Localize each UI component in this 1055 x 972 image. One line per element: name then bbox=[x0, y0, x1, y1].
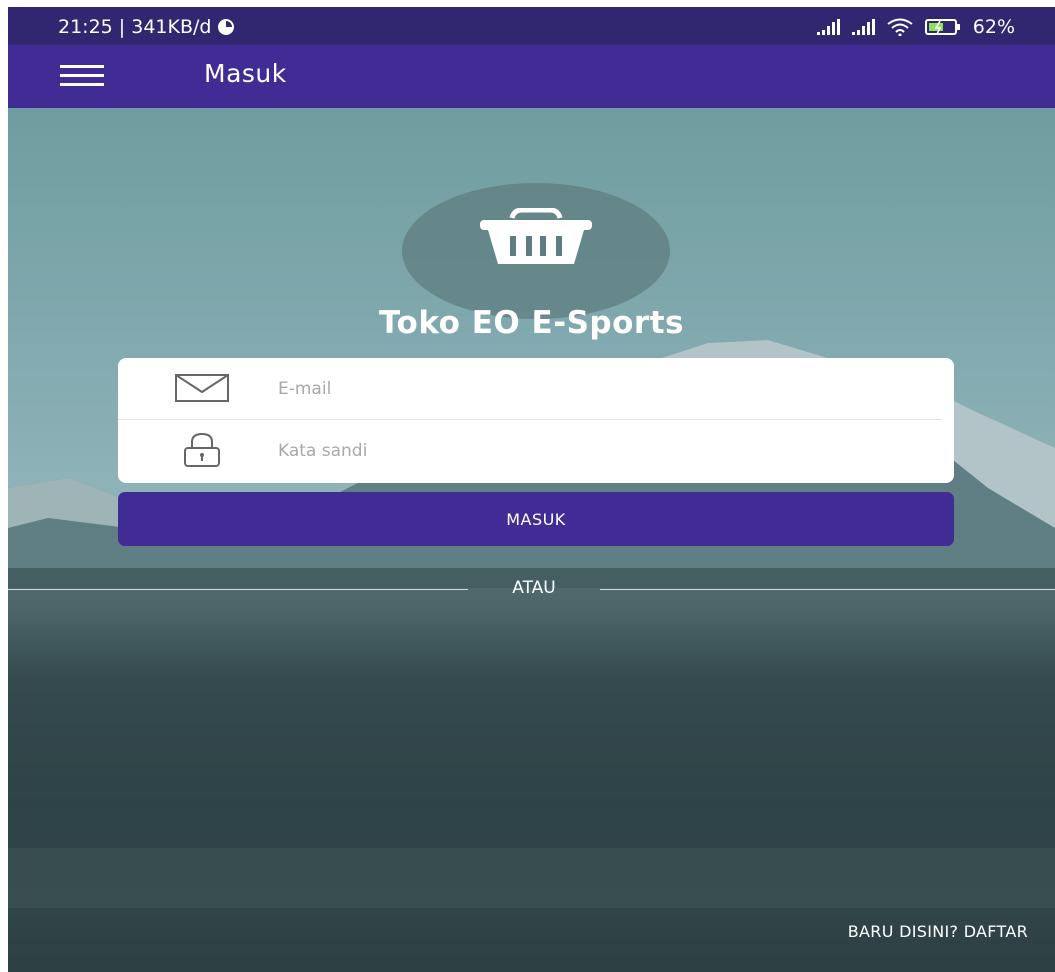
battery-icon bbox=[924, 19, 960, 35]
wifi-icon bbox=[887, 18, 913, 36]
or-divider: ATAU bbox=[8, 578, 1055, 600]
menu-icon[interactable] bbox=[60, 63, 104, 89]
mail-icon bbox=[175, 374, 229, 402]
signal-icon bbox=[816, 19, 840, 35]
or-line-right bbox=[600, 589, 1055, 590]
email-field[interactable] bbox=[278, 372, 878, 406]
email-field-row bbox=[118, 358, 954, 420]
lock-icon bbox=[184, 432, 220, 467]
register-link[interactable]: BARU DISINI? DAFTAR bbox=[848, 922, 1028, 941]
login-background: Toko EO E-Sports MASUK bbox=[8, 108, 1055, 972]
phone-screen: 21:25 | 341KB/d 62% Masuk Toko EO E-Spor… bbox=[8, 7, 1055, 972]
signal-icon bbox=[851, 19, 875, 35]
or-line-left bbox=[8, 589, 468, 590]
password-field-row bbox=[118, 420, 954, 482]
brand-name: Toko EO E-Sports bbox=[379, 305, 684, 341]
data-saver-icon bbox=[218, 19, 235, 35]
app-bar: Masuk bbox=[8, 45, 1055, 108]
status-bar: 21:25 | 341KB/d 62% bbox=[8, 7, 1055, 45]
page-title: Masuk bbox=[204, 59, 287, 88]
status-time-speed: 21:25 | 341KB/d bbox=[58, 16, 212, 38]
status-right: 62% bbox=[816, 16, 1015, 38]
login-card bbox=[118, 358, 954, 483]
battery-percent: 62% bbox=[972, 16, 1015, 38]
password-field[interactable] bbox=[278, 434, 878, 468]
status-left: 21:25 | 341KB/d bbox=[58, 16, 235, 38]
basket-icon bbox=[480, 208, 592, 264]
or-text: ATAU bbox=[512, 578, 556, 598]
login-button[interactable]: MASUK bbox=[118, 492, 954, 546]
